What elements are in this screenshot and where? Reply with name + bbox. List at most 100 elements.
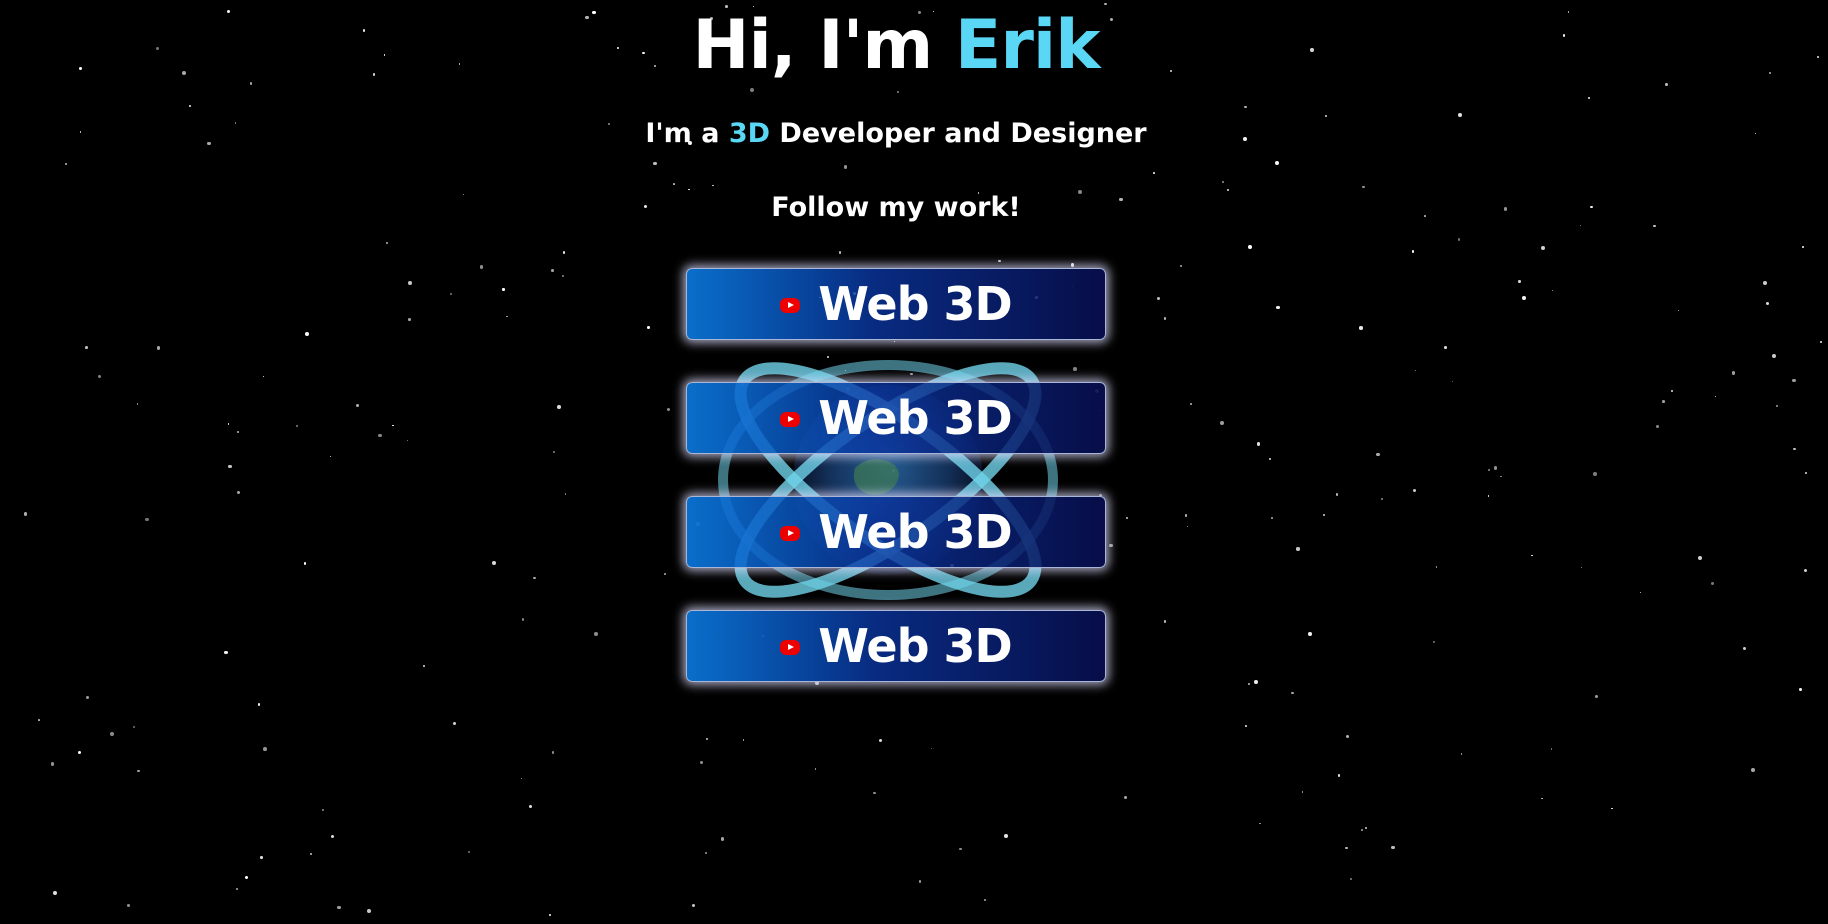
star: [1820, 341, 1823, 344]
subtitle: I'm a 3D Developer and Designer: [0, 118, 1792, 149]
star: [663, 572, 666, 575]
star: [931, 747, 933, 749]
star: [1457, 238, 1461, 241]
star: [1269, 457, 1272, 460]
star: [1580, 566, 1583, 569]
star: [245, 876, 249, 880]
star: [1411, 250, 1415, 253]
star: [1531, 554, 1533, 556]
star: [1412, 488, 1417, 493]
star: [712, 184, 714, 186]
star: [549, 913, 552, 916]
star: [1432, 641, 1436, 644]
follow-heading: Follow my work!: [771, 192, 1021, 223]
star: [1244, 105, 1247, 109]
star: [720, 836, 725, 841]
star: [189, 105, 191, 108]
star: [1817, 55, 1820, 58]
star: [673, 183, 676, 185]
star: [1792, 378, 1796, 383]
star: [257, 702, 261, 706]
star: [688, 188, 690, 191]
star: [506, 315, 508, 318]
star: [1414, 370, 1416, 372]
star: [1221, 181, 1224, 184]
star: [422, 664, 426, 667]
star: [224, 650, 228, 654]
star: [1157, 296, 1160, 300]
link-button-3[interactable]: Web 3D: [686, 496, 1106, 568]
star: [522, 618, 525, 621]
star: [521, 778, 523, 780]
star: [1451, 381, 1453, 383]
star: [1670, 389, 1674, 393]
star: [296, 425, 298, 427]
star: [997, 259, 1001, 263]
star: [1345, 846, 1348, 850]
star: [1391, 845, 1395, 849]
star: [1662, 400, 1665, 403]
star: [1350, 877, 1353, 880]
star: [1698, 555, 1703, 560]
star: [1500, 475, 1502, 478]
star: [262, 376, 264, 378]
star: [1750, 767, 1756, 772]
star: [918, 880, 921, 883]
star: [742, 739, 745, 741]
star: [1359, 326, 1363, 330]
star: [259, 855, 263, 859]
star: [1296, 547, 1300, 551]
star: [562, 251, 566, 255]
star: [85, 696, 89, 700]
star: [843, 165, 848, 169]
star: [1460, 753, 1463, 756]
star: [38, 719, 41, 721]
star: [392, 424, 394, 427]
star: [1732, 371, 1736, 375]
star: [1793, 447, 1796, 451]
link-button-2[interactable]: Web 3D: [686, 382, 1106, 454]
star: [1271, 517, 1273, 519]
star: [1798, 687, 1802, 691]
star: [1322, 514, 1325, 517]
star: [1458, 113, 1463, 118]
star: [452, 722, 457, 726]
star: [321, 809, 324, 812]
star: [1337, 774, 1341, 777]
star: [330, 455, 332, 458]
star: [1804, 472, 1807, 475]
star: [65, 162, 68, 165]
star: [1244, 724, 1247, 727]
star: [145, 517, 149, 522]
star: [1376, 452, 1380, 456]
star: [1226, 189, 1229, 192]
star: [873, 791, 876, 795]
star: [156, 346, 160, 350]
star: [749, 88, 754, 93]
star: [110, 731, 115, 736]
link-button-1[interactable]: Web 3D: [686, 268, 1106, 340]
star: [1714, 395, 1717, 398]
star: [1220, 421, 1225, 426]
star: [557, 405, 561, 409]
star: [1677, 309, 1679, 311]
star: [1291, 691, 1294, 695]
youtube-icon: [780, 411, 801, 427]
star: [528, 804, 532, 808]
star: [700, 761, 704, 765]
star: [337, 905, 341, 910]
star: [52, 891, 57, 896]
star: [959, 847, 962, 851]
star: [236, 491, 240, 495]
star: [1435, 565, 1438, 568]
star: [502, 288, 505, 291]
starfield-background: Hi, I'm Erik I'm a 3D Developer and Desi…: [0, 0, 1828, 924]
star: [406, 439, 408, 441]
star: [97, 374, 102, 379]
link-button-4[interactable]: Web 3D: [686, 610, 1106, 682]
star: [1274, 160, 1279, 165]
star: [1803, 568, 1807, 573]
youtube-icon: [780, 639, 801, 655]
star: [1487, 468, 1491, 472]
star: [551, 751, 555, 754]
